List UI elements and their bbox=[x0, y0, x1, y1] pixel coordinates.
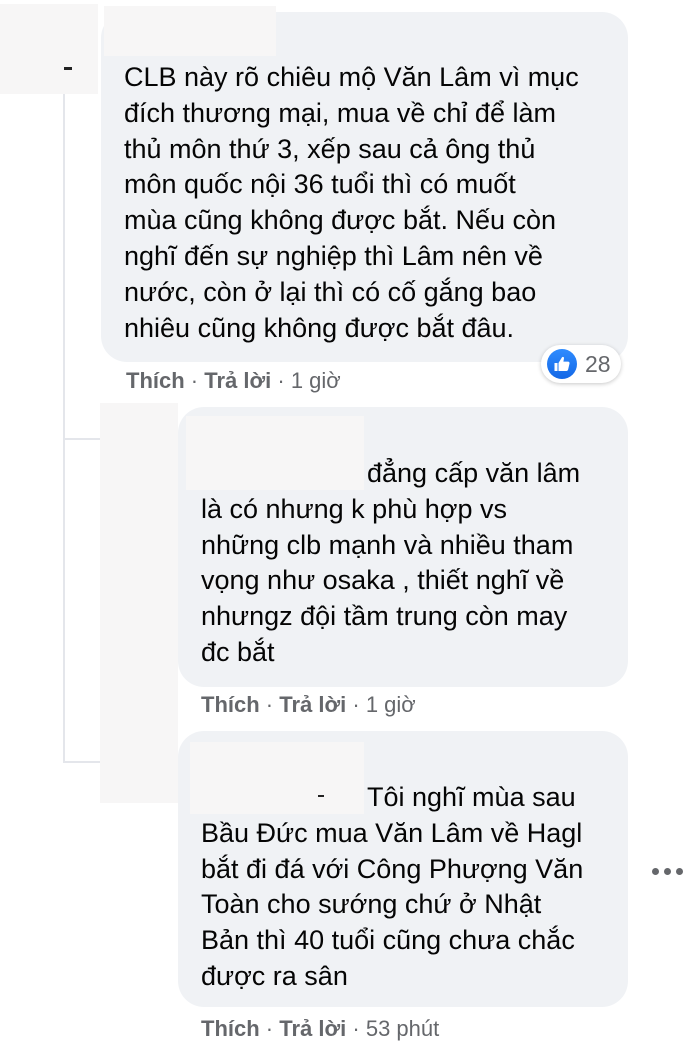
reply-button[interactable]: Trả lời bbox=[279, 692, 346, 717]
commenter-name[interactable] bbox=[104, 6, 276, 56]
comment-actions: Thích · Trả lời · 53 phút bbox=[201, 1016, 439, 1042]
timestamp[interactable]: 1 giờ bbox=[291, 368, 341, 393]
more-options-icon[interactable] bbox=[652, 868, 683, 875]
comment-actions: Thích · Trả lời · 1 giờ bbox=[201, 692, 416, 718]
reply-button[interactable]: Trả lời bbox=[204, 368, 271, 393]
separator: · bbox=[265, 692, 274, 717]
comment-actions: Thích · Trả lời · 1 giờ bbox=[126, 368, 341, 394]
thread-line bbox=[63, 438, 65, 763]
separator: · bbox=[352, 692, 360, 717]
separator: · bbox=[190, 368, 199, 393]
like-button[interactable]: Thích bbox=[126, 368, 185, 393]
reaction-badge[interactable]: 28 bbox=[541, 345, 621, 383]
separator: · bbox=[277, 368, 285, 393]
reply-button[interactable]: Trả lời bbox=[279, 1016, 346, 1041]
like-button[interactable]: Thích bbox=[201, 692, 260, 717]
avatar bbox=[0, 4, 98, 94]
comment-text: Tôi nghĩ mùa sau Bầu Đức mua Văn Lâm về … bbox=[201, 782, 584, 991]
separator: · bbox=[352, 1016, 360, 1041]
comment-text: CLB này rõ chiêu mộ Văn Lâm vì mục đích … bbox=[124, 62, 579, 343]
timestamp[interactable]: 1 giờ bbox=[366, 692, 416, 717]
reply-avatars bbox=[100, 403, 178, 803]
reaction-count: 28 bbox=[585, 350, 611, 377]
comment-text: đẳng cấp văn lâm là có nhưng k phù hợp v… bbox=[201, 458, 581, 667]
like-icon bbox=[547, 349, 577, 379]
avatar-mark bbox=[64, 67, 72, 70]
separator: · bbox=[265, 1016, 274, 1041]
timestamp[interactable]: 53 phút bbox=[366, 1016, 439, 1041]
thread-line bbox=[63, 72, 65, 440]
like-button[interactable]: Thích bbox=[201, 1016, 260, 1041]
